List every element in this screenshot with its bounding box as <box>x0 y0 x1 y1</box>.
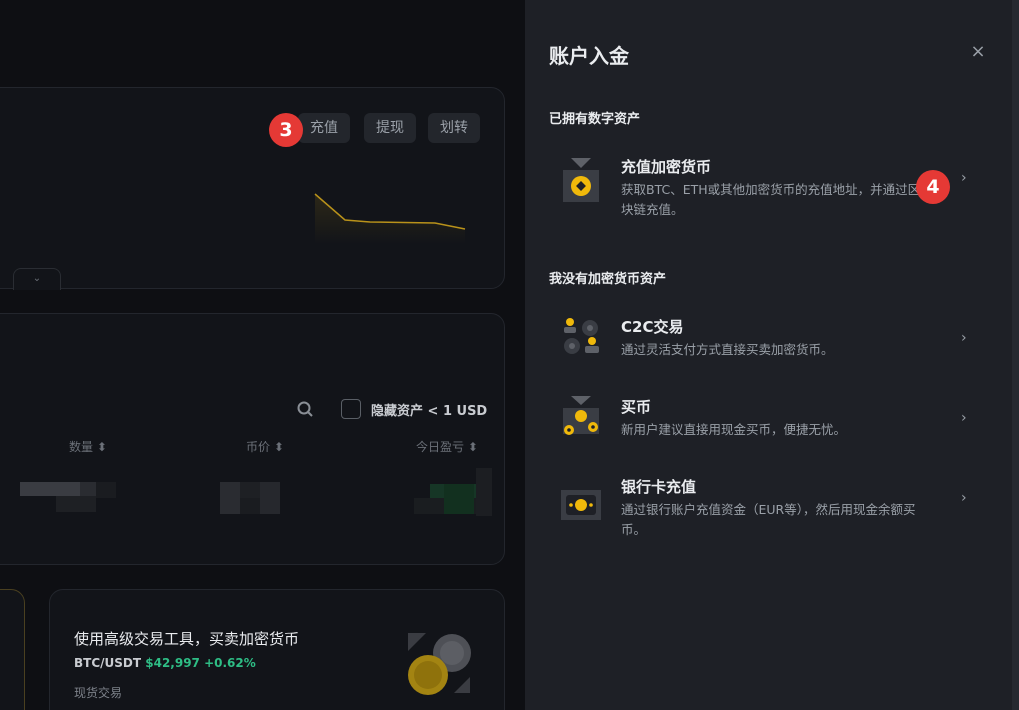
transfer-button[interactable]: 划转 <box>428 113 480 143</box>
option-crypto-deposit[interactable]: 充值加密货币 获取BTC、ETH或其他加密货币的充值地址，并通过区块链充值。 › <box>549 156 979 226</box>
deposit-button[interactable]: 充值 <box>298 113 350 143</box>
deposit-drawer: 账户入金 × 已拥有数字资产 充值加密货币 获取BTC、ETH或其他加密货币的充… <box>525 0 1019 710</box>
column-pnl[interactable]: 今日盈亏 ⬍ <box>416 438 478 455</box>
section-no-crypto: 我没有加密货币资产 <box>549 272 667 287</box>
chevron-down-icon: ⌄ <box>32 273 42 284</box>
option-title: C2C交易 <box>621 318 684 336</box>
coins-illustration <box>408 633 471 695</box>
hide-small-assets-checkbox[interactable] <box>341 399 361 419</box>
buy-crypto-icon <box>563 396 599 435</box>
promo-title: 使用高级交易工具，买卖加密货币 <box>74 630 300 648</box>
step-3-badge: 3 <box>269 113 303 147</box>
option-desc: 新用户建议直接用现金买币，便捷无忧。 <box>621 422 847 437</box>
balance-sparkline <box>314 193 466 244</box>
bank-card-icon <box>561 490 601 520</box>
option-bank-card[interactable]: 银行卡充值 通过银行账户充值资金（EUR等），然后用现金余额买币。 › <box>549 476 979 546</box>
option-title: 充值加密货币 <box>621 158 712 176</box>
btc-usdt-quote: BTC/USDT $42,997 +0.62% <box>74 656 256 670</box>
promo-card-left <box>0 589 25 710</box>
price-change: $42,997 +0.62% <box>145 656 256 670</box>
blurred-amount <box>20 482 116 512</box>
crypto-deposit-icon <box>563 158 599 202</box>
chevron-right-icon: › <box>961 170 967 186</box>
withdraw-button[interactable]: 提现 <box>364 113 416 143</box>
column-price[interactable]: 币价 ⬍ <box>246 438 284 455</box>
option-c2c[interactable]: C2C交易 通过灵活支付方式直接买卖加密货币。 › <box>549 316 979 386</box>
option-title: 银行卡充值 <box>621 478 697 496</box>
drawer-scrollbar-track[interactable] <box>1012 0 1019 710</box>
search-icon[interactable] <box>296 400 314 418</box>
blurred-pnl <box>414 468 492 516</box>
chevron-right-icon: › <box>961 490 967 506</box>
step-4-badge: 4 <box>916 170 950 204</box>
option-desc: 通过银行账户充值资金（EUR等），然后用现金余额买币。 <box>621 502 916 537</box>
chevron-right-icon: › <box>961 410 967 426</box>
chevron-right-icon: › <box>961 330 967 346</box>
option-desc: 获取BTC、ETH或其他加密货币的充值地址，并通过区块链充值。 <box>621 182 921 217</box>
option-title: 买币 <box>621 398 652 416</box>
hide-small-assets-label: 隐藏资产 < 1 USD <box>371 404 488 419</box>
section-have-crypto: 已拥有数字资产 <box>549 112 641 127</box>
expand-toggle[interactable]: ⌄ <box>13 268 61 290</box>
background-page: 充值 提现 划转 3 ⌄ 隐藏资产 < 1 USD 数量 ⬍ 币价 ⬍ 今日盈亏… <box>0 0 525 710</box>
c2c-icon <box>564 318 599 354</box>
option-buy-crypto[interactable]: 买币 新用户建议直接用现金买币，便捷无忧。 › <box>549 396 979 466</box>
promo-subtitle: 现货交易 <box>74 686 123 700</box>
column-amount[interactable]: 数量 ⬍ <box>69 438 107 455</box>
drawer-title: 账户入金 <box>549 44 629 68</box>
option-desc: 通过灵活支付方式直接买卖加密货币。 <box>621 342 834 357</box>
close-icon[interactable]: × <box>968 42 988 62</box>
blurred-price <box>220 482 280 514</box>
pair-symbol: BTC/USDT <box>74 656 142 670</box>
